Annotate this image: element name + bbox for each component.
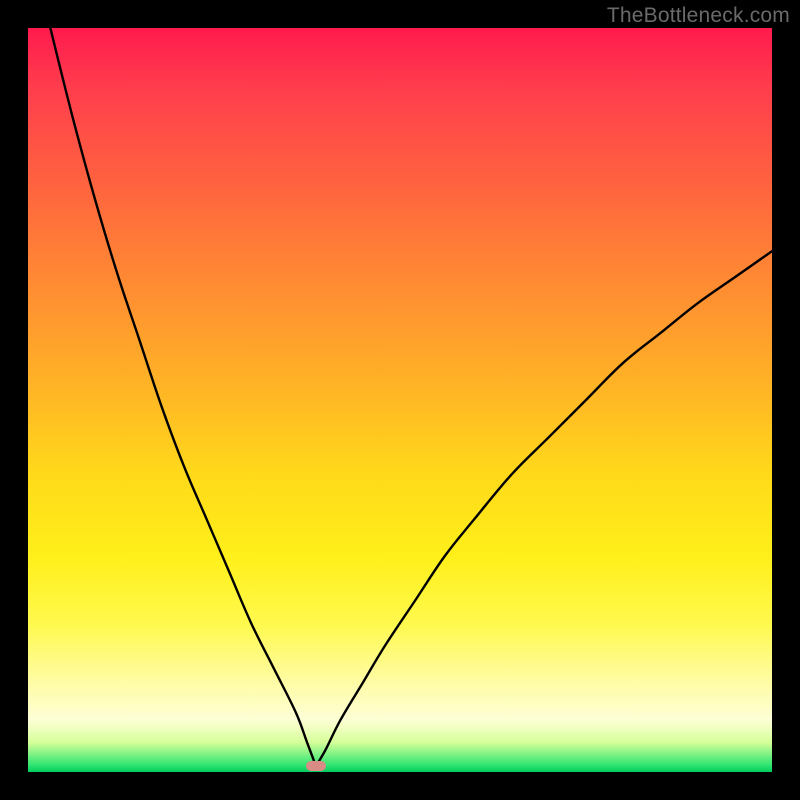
minimum-marker xyxy=(306,761,326,771)
curve-right-branch xyxy=(316,251,772,766)
chart-frame: TheBottleneck.com xyxy=(0,0,800,800)
curve-left-branch xyxy=(50,28,316,766)
plot-area xyxy=(28,28,772,772)
curve-svg xyxy=(28,28,772,772)
watermark-text: TheBottleneck.com xyxy=(607,4,790,28)
